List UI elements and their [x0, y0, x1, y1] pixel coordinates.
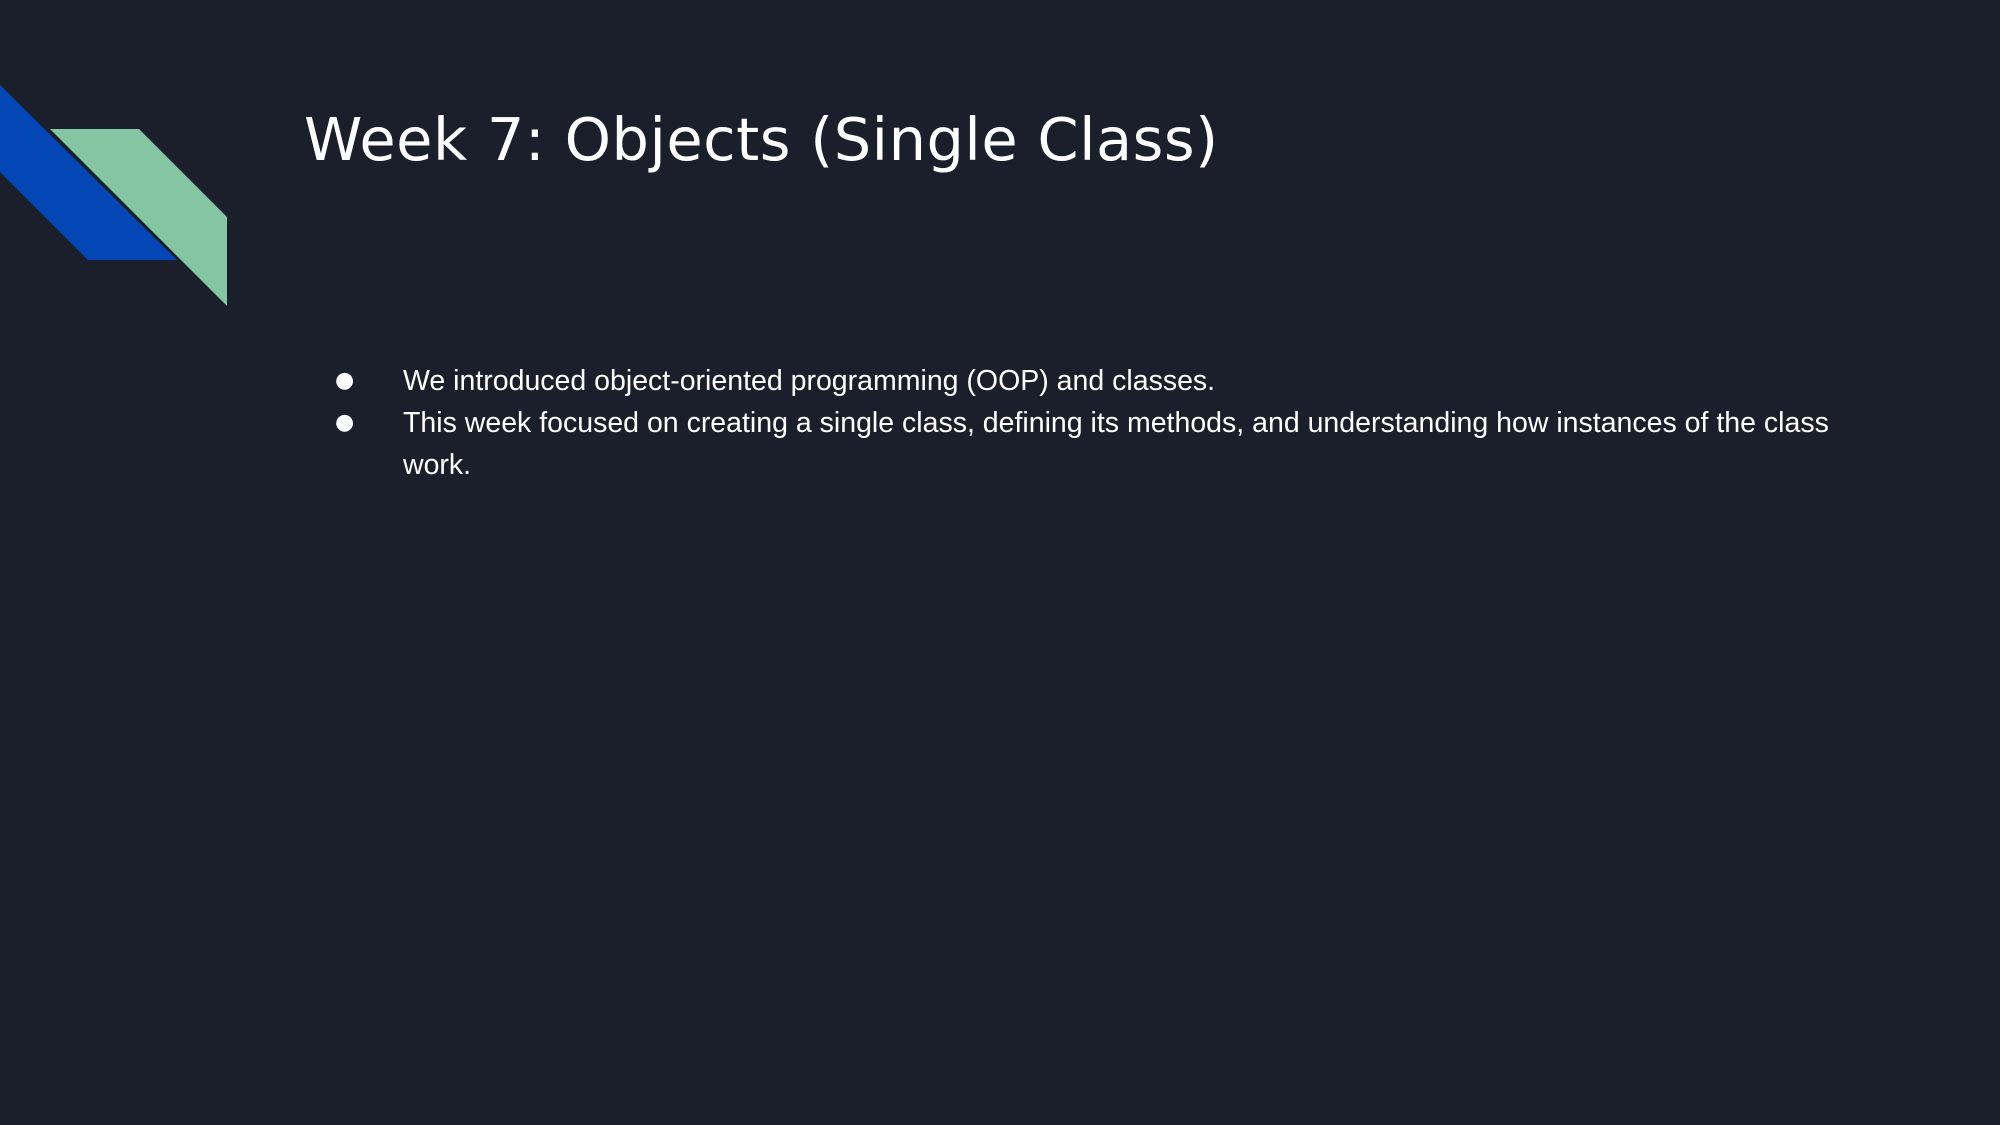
bullet-text: We introduced object-oriented programmin… [403, 365, 1216, 397]
bullet-text: This week focused on creating a single c… [403, 407, 1829, 481]
bullet-icon: ● [335, 368, 355, 393]
corner-decoration [0, 85, 227, 306]
slide: Week 7: Objects (Single Class) ● We intr… [0, 0, 2000, 1125]
slide-title: Week 7: Objects (Single Class) [304, 105, 1219, 174]
bullet-item: ● This week focused on creating a single… [335, 402, 1835, 486]
bullet-icon: ● [335, 410, 355, 435]
bullet-item: ● We introduced object-oriented programm… [335, 360, 1835, 402]
bullet-list: ● We introduced object-oriented programm… [335, 360, 1835, 486]
